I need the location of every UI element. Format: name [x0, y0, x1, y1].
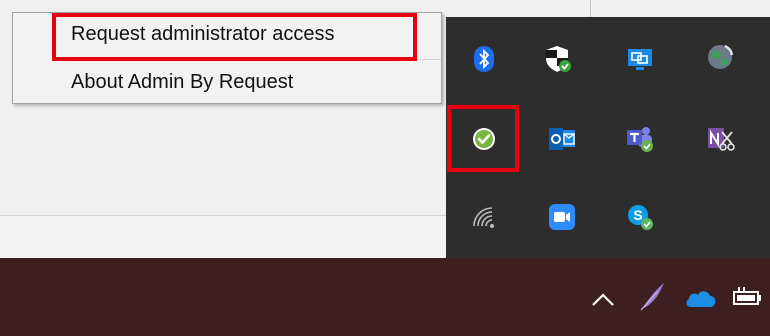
zoom-icon[interactable] [546, 201, 578, 233]
bluetooth-icon[interactable] [468, 43, 500, 75]
skype-icon[interactable]: S [624, 201, 656, 233]
network-icon[interactable] [468, 201, 500, 233]
battery-icon[interactable] [730, 282, 766, 312]
chevron-up-icon[interactable] [588, 286, 618, 312]
menu-item-about[interactable]: About Admin By Request [71, 71, 293, 94]
globe-sync-icon[interactable] [704, 41, 736, 73]
teams-icon[interactable] [624, 123, 656, 155]
highlight-box-tray-icon [447, 105, 519, 172]
highlight-box-menu-item [52, 13, 417, 61]
feather-icon[interactable] [634, 278, 670, 314]
windows-security-icon[interactable] [542, 43, 574, 75]
taskbar [0, 258, 770, 336]
outlook-icon[interactable] [546, 123, 578, 155]
onenote-clipper-icon[interactable] [704, 123, 736, 155]
onedrive-icon[interactable] [682, 284, 720, 312]
display-icon[interactable] [624, 43, 656, 75]
svg-text:S: S [633, 207, 642, 223]
menu-gutter [13, 13, 51, 103]
